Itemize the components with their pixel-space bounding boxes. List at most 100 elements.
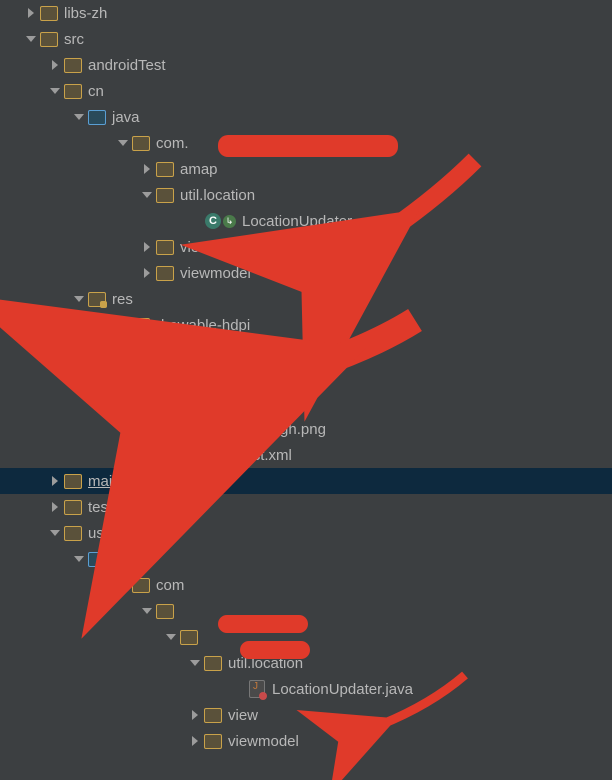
tree-row[interactable]: res	[0, 286, 612, 312]
indent	[0, 429, 160, 430]
folder-icon	[156, 160, 174, 178]
tree-arrow-down[interactable]	[72, 552, 86, 566]
tree-arrow-right[interactable]	[140, 266, 154, 280]
tree-row[interactable]: libs-zh	[0, 0, 612, 26]
image-file-icon	[176, 394, 194, 412]
tree-row[interactable]: main	[0, 468, 612, 494]
indent	[0, 117, 72, 118]
redaction-scribble	[218, 135, 398, 157]
tree-arrow-right[interactable]	[24, 6, 38, 20]
tree-arrow-right[interactable]	[140, 240, 154, 254]
folder-icon	[180, 628, 198, 646]
tree-row[interactable]: view	[0, 702, 612, 728]
indent	[0, 403, 160, 404]
indent	[0, 715, 188, 716]
tree-row[interactable]: cn	[0, 78, 612, 104]
tree-row[interactable]: viewmodel	[0, 728, 612, 754]
indent	[0, 689, 232, 690]
tree-arrow-down[interactable]	[72, 292, 86, 306]
tree-arrow-right[interactable]	[48, 474, 62, 488]
tree-label: amap_start.png	[200, 395, 304, 412]
folder-icon	[40, 4, 58, 22]
tree-label: util.location	[180, 187, 255, 204]
folder-icon	[156, 264, 174, 282]
source-folder-icon	[88, 108, 106, 126]
tree-arrow-right[interactable]	[48, 58, 62, 72]
tree-row[interactable]: view	[0, 234, 612, 260]
xml-file-icon	[132, 446, 150, 464]
tree-row[interactable]: viewmodel	[0, 260, 612, 286]
tree-label: LocationUpdater	[242, 213, 352, 230]
class-icon: C	[204, 212, 222, 230]
tree-arrow-down[interactable]	[72, 110, 86, 124]
indent	[0, 65, 48, 66]
tree-arrow-down[interactable]	[48, 84, 62, 98]
tree-label: AndroidManifest.xml	[156, 447, 292, 464]
indent	[0, 143, 116, 144]
tree-arrow-none	[160, 422, 174, 436]
folder-icon	[156, 602, 174, 620]
tree-row[interactable]: java	[0, 546, 612, 572]
folder-icon	[64, 524, 82, 542]
tree-row[interactable]: src	[0, 26, 612, 52]
indent	[0, 13, 24, 14]
folder-icon	[132, 316, 150, 334]
folder-icon	[156, 186, 174, 204]
tree-label: amap_end.png	[200, 369, 300, 386]
tree-arrow-down[interactable]	[140, 188, 154, 202]
tree-label: view	[180, 239, 210, 256]
indent	[0, 637, 164, 638]
tree-label: java	[112, 109, 140, 126]
tree-arrow-right[interactable]	[188, 708, 202, 722]
tree-arrow-down[interactable]	[116, 136, 130, 150]
indent	[0, 663, 188, 664]
resource-folder-icon	[88, 290, 106, 308]
tree-arrow-right[interactable]	[48, 500, 62, 514]
tree-label: java	[112, 551, 140, 568]
indent	[0, 299, 72, 300]
tree-row[interactable]: util.location	[0, 182, 612, 208]
tree-row[interactable]: AndroidManifest.xml	[0, 442, 612, 468]
folder-icon	[40, 30, 58, 48]
tree-arrow-down[interactable]	[116, 578, 130, 592]
tree-label: amap	[180, 161, 218, 178]
indent	[0, 195, 140, 196]
java-file-error-icon	[248, 680, 266, 698]
indent	[0, 91, 48, 92]
tree-row[interactable]: com	[0, 572, 612, 598]
tree-row[interactable]: test	[0, 494, 612, 520]
tree-label: com	[156, 577, 184, 594]
tree-arrow-down[interactable]	[140, 604, 154, 618]
tree-arrow-down[interactable]	[24, 32, 38, 46]
indent	[0, 325, 116, 326]
tree-row[interactable]: LocationUpdater.java	[0, 676, 612, 702]
indent	[0, 533, 48, 534]
indent	[0, 351, 160, 352]
image-file-icon	[176, 368, 194, 386]
tree-label: res	[112, 291, 133, 308]
tree-label: viewmodel	[180, 265, 251, 282]
image-file-icon	[176, 342, 194, 360]
tree-row[interactable]: java	[0, 104, 612, 130]
tree-arrow-right[interactable]	[140, 162, 154, 176]
folder-icon	[64, 56, 82, 74]
indent	[0, 507, 48, 508]
folder-icon	[156, 238, 174, 256]
tree-arrow-down[interactable]	[116, 318, 130, 332]
tree-arrow-none	[188, 214, 202, 228]
tree-label: viewmodel	[228, 733, 299, 750]
tree-label: view	[228, 707, 258, 724]
tree-arrow-down[interactable]	[164, 630, 178, 644]
tree-label: libs-zh	[64, 5, 107, 22]
indent	[0, 611, 140, 612]
tree-arrow-right[interactable]	[188, 734, 202, 748]
tree-arrow-down[interactable]	[48, 526, 62, 540]
indent	[0, 741, 188, 742]
tree-arrow-down[interactable]	[188, 656, 202, 670]
tree-row[interactable]: us	[0, 520, 612, 546]
tree-row[interactable]: amap	[0, 156, 612, 182]
tree-row[interactable]: androidTest	[0, 52, 612, 78]
tree-row[interactable]: C↳LocationUpdater	[0, 208, 612, 234]
folder-icon	[64, 498, 82, 516]
tree-label: test	[88, 499, 112, 516]
